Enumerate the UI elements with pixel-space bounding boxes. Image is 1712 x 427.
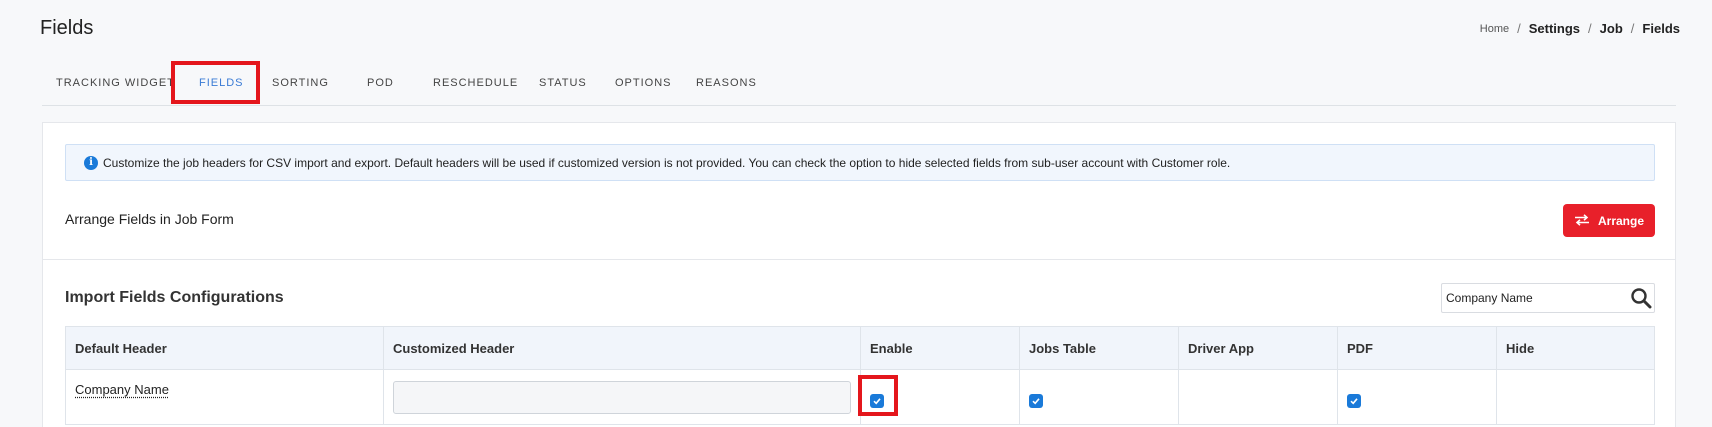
col-jobs-table: Jobs Table: [1019, 326, 1179, 370]
col-hide: Hide: [1496, 326, 1655, 370]
import-section-title: Import Fields Configurations: [65, 289, 284, 306]
breadcrumb-separator: /: [1630, 21, 1635, 36]
info-alert: i Customize the job headers for CSV impo…: [65, 144, 1655, 181]
page-title: Fields: [40, 17, 94, 39]
col-pdf: PDF: [1337, 326, 1497, 370]
col-default-header: Default Header: [65, 326, 384, 370]
cell-jobs-table: [1019, 369, 1179, 425]
cell-pdf: [1337, 369, 1497, 425]
tab-pod[interactable]: POD: [367, 77, 394, 89]
tab-tracking-widget[interactable]: TRACKING WIDGET: [56, 77, 175, 89]
cell-driver-app: [1178, 369, 1338, 425]
tab-reschedule[interactable]: RESCHEDULE: [433, 77, 518, 89]
cell-hide: [1496, 369, 1655, 425]
field-search: [1441, 283, 1655, 313]
search-icon[interactable]: [1628, 285, 1654, 311]
cell-default-header: Company Name: [65, 369, 384, 425]
arrange-button[interactable]: Arrange: [1563, 204, 1655, 237]
enable-checkbox-highlight: [858, 375, 898, 416]
cell-customized-header: [383, 369, 861, 425]
breadcrumb: Home / Settings / Job / Fields: [1480, 21, 1680, 36]
tab-reasons[interactable]: REASONS: [696, 77, 757, 89]
jobs-table-checkbox[interactable]: [1029, 393, 1043, 408]
breadcrumb-home[interactable]: Home: [1480, 23, 1509, 35]
breadcrumb-fields: Fields: [1642, 21, 1680, 36]
tab-sorting[interactable]: SORTING: [272, 77, 329, 89]
tab-options[interactable]: OPTIONS: [615, 77, 672, 89]
col-enable: Enable: [860, 326, 1020, 370]
customized-header-input[interactable]: [393, 380, 851, 414]
settings-tabs: TRACKING WIDGET FIELDS SORTING POD RESCH…: [42, 62, 1676, 106]
swap-arrows-icon: [1574, 213, 1590, 228]
breadcrumb-separator: /: [1588, 21, 1592, 36]
table-header-row: Default Header Customized Header Enable …: [65, 326, 1655, 370]
tab-status[interactable]: STATUS: [539, 77, 587, 89]
info-icon: i: [84, 155, 98, 170]
arrange-label: Arrange Fields in Job Form: [65, 211, 234, 227]
field-name-link[interactable]: Company Name: [75, 382, 169, 397]
breadcrumb-settings[interactable]: Settings: [1529, 21, 1580, 36]
arrange-button-label: Arrange: [1597, 213, 1644, 228]
search-input[interactable]: [1442, 284, 1628, 312]
breadcrumb-job[interactable]: Job: [1600, 21, 1623, 36]
breadcrumb-separator: /: [1517, 21, 1521, 36]
fields-tab-highlight: [171, 61, 260, 104]
pdf-checkbox[interactable]: [1347, 393, 1361, 408]
section-divider: [43, 259, 1675, 260]
info-alert-text: Customize the job headers for CSV import…: [103, 155, 1231, 170]
col-driver-app: Driver App: [1178, 326, 1338, 370]
col-customized-header: Customized Header: [383, 326, 861, 370]
